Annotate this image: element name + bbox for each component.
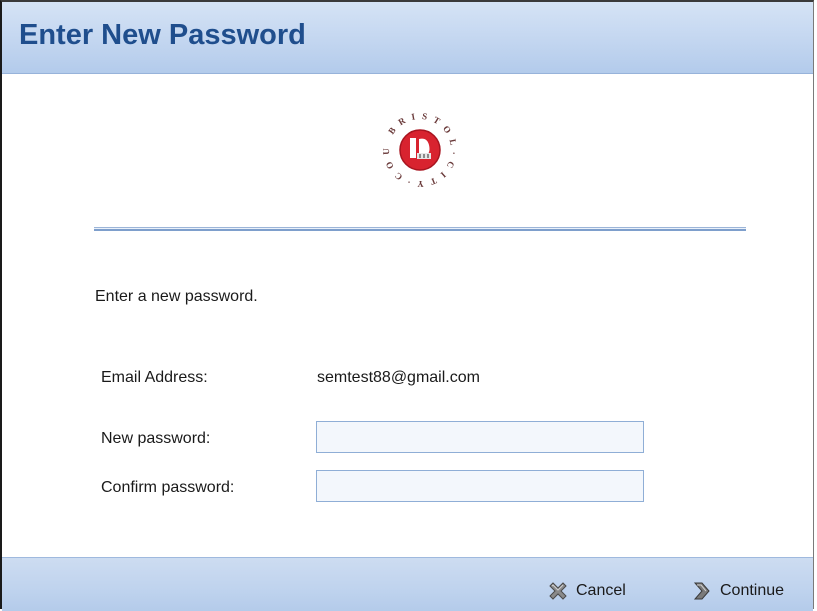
email-address-value: semtest88@gmail.com xyxy=(317,369,480,386)
dialog-footer: Cancel Continue xyxy=(2,557,813,611)
header-divider xyxy=(94,227,746,231)
new-password-input[interactable] xyxy=(316,421,644,453)
confirm-password-label: Confirm password: xyxy=(101,479,235,496)
instruction-text: Enter a new password. xyxy=(95,288,258,305)
dialog-header: Enter New Password xyxy=(2,2,813,74)
cancel-label: Cancel xyxy=(576,582,626,599)
continue-button[interactable]: Continue xyxy=(691,578,784,604)
dialog-title: Enter New Password xyxy=(19,19,306,51)
cancel-button[interactable]: Cancel xyxy=(547,578,626,604)
confirm-password-input[interactable] xyxy=(316,470,644,502)
password-dialog: Enter New Password B R I S T O L · C I T… xyxy=(0,0,814,611)
continue-label: Continue xyxy=(720,582,785,599)
cancel-x-icon xyxy=(547,580,569,602)
bristol-city-council-logo-icon: B R I S T O L · C I T Y · C O U N C I L xyxy=(375,101,458,189)
council-logo: B R I S T O L · C I T Y · C O U N C I L xyxy=(375,101,461,191)
chevron-right-icon xyxy=(691,580,713,602)
email-address-label: Email Address: xyxy=(101,369,208,386)
new-password-label: New password: xyxy=(101,430,211,447)
